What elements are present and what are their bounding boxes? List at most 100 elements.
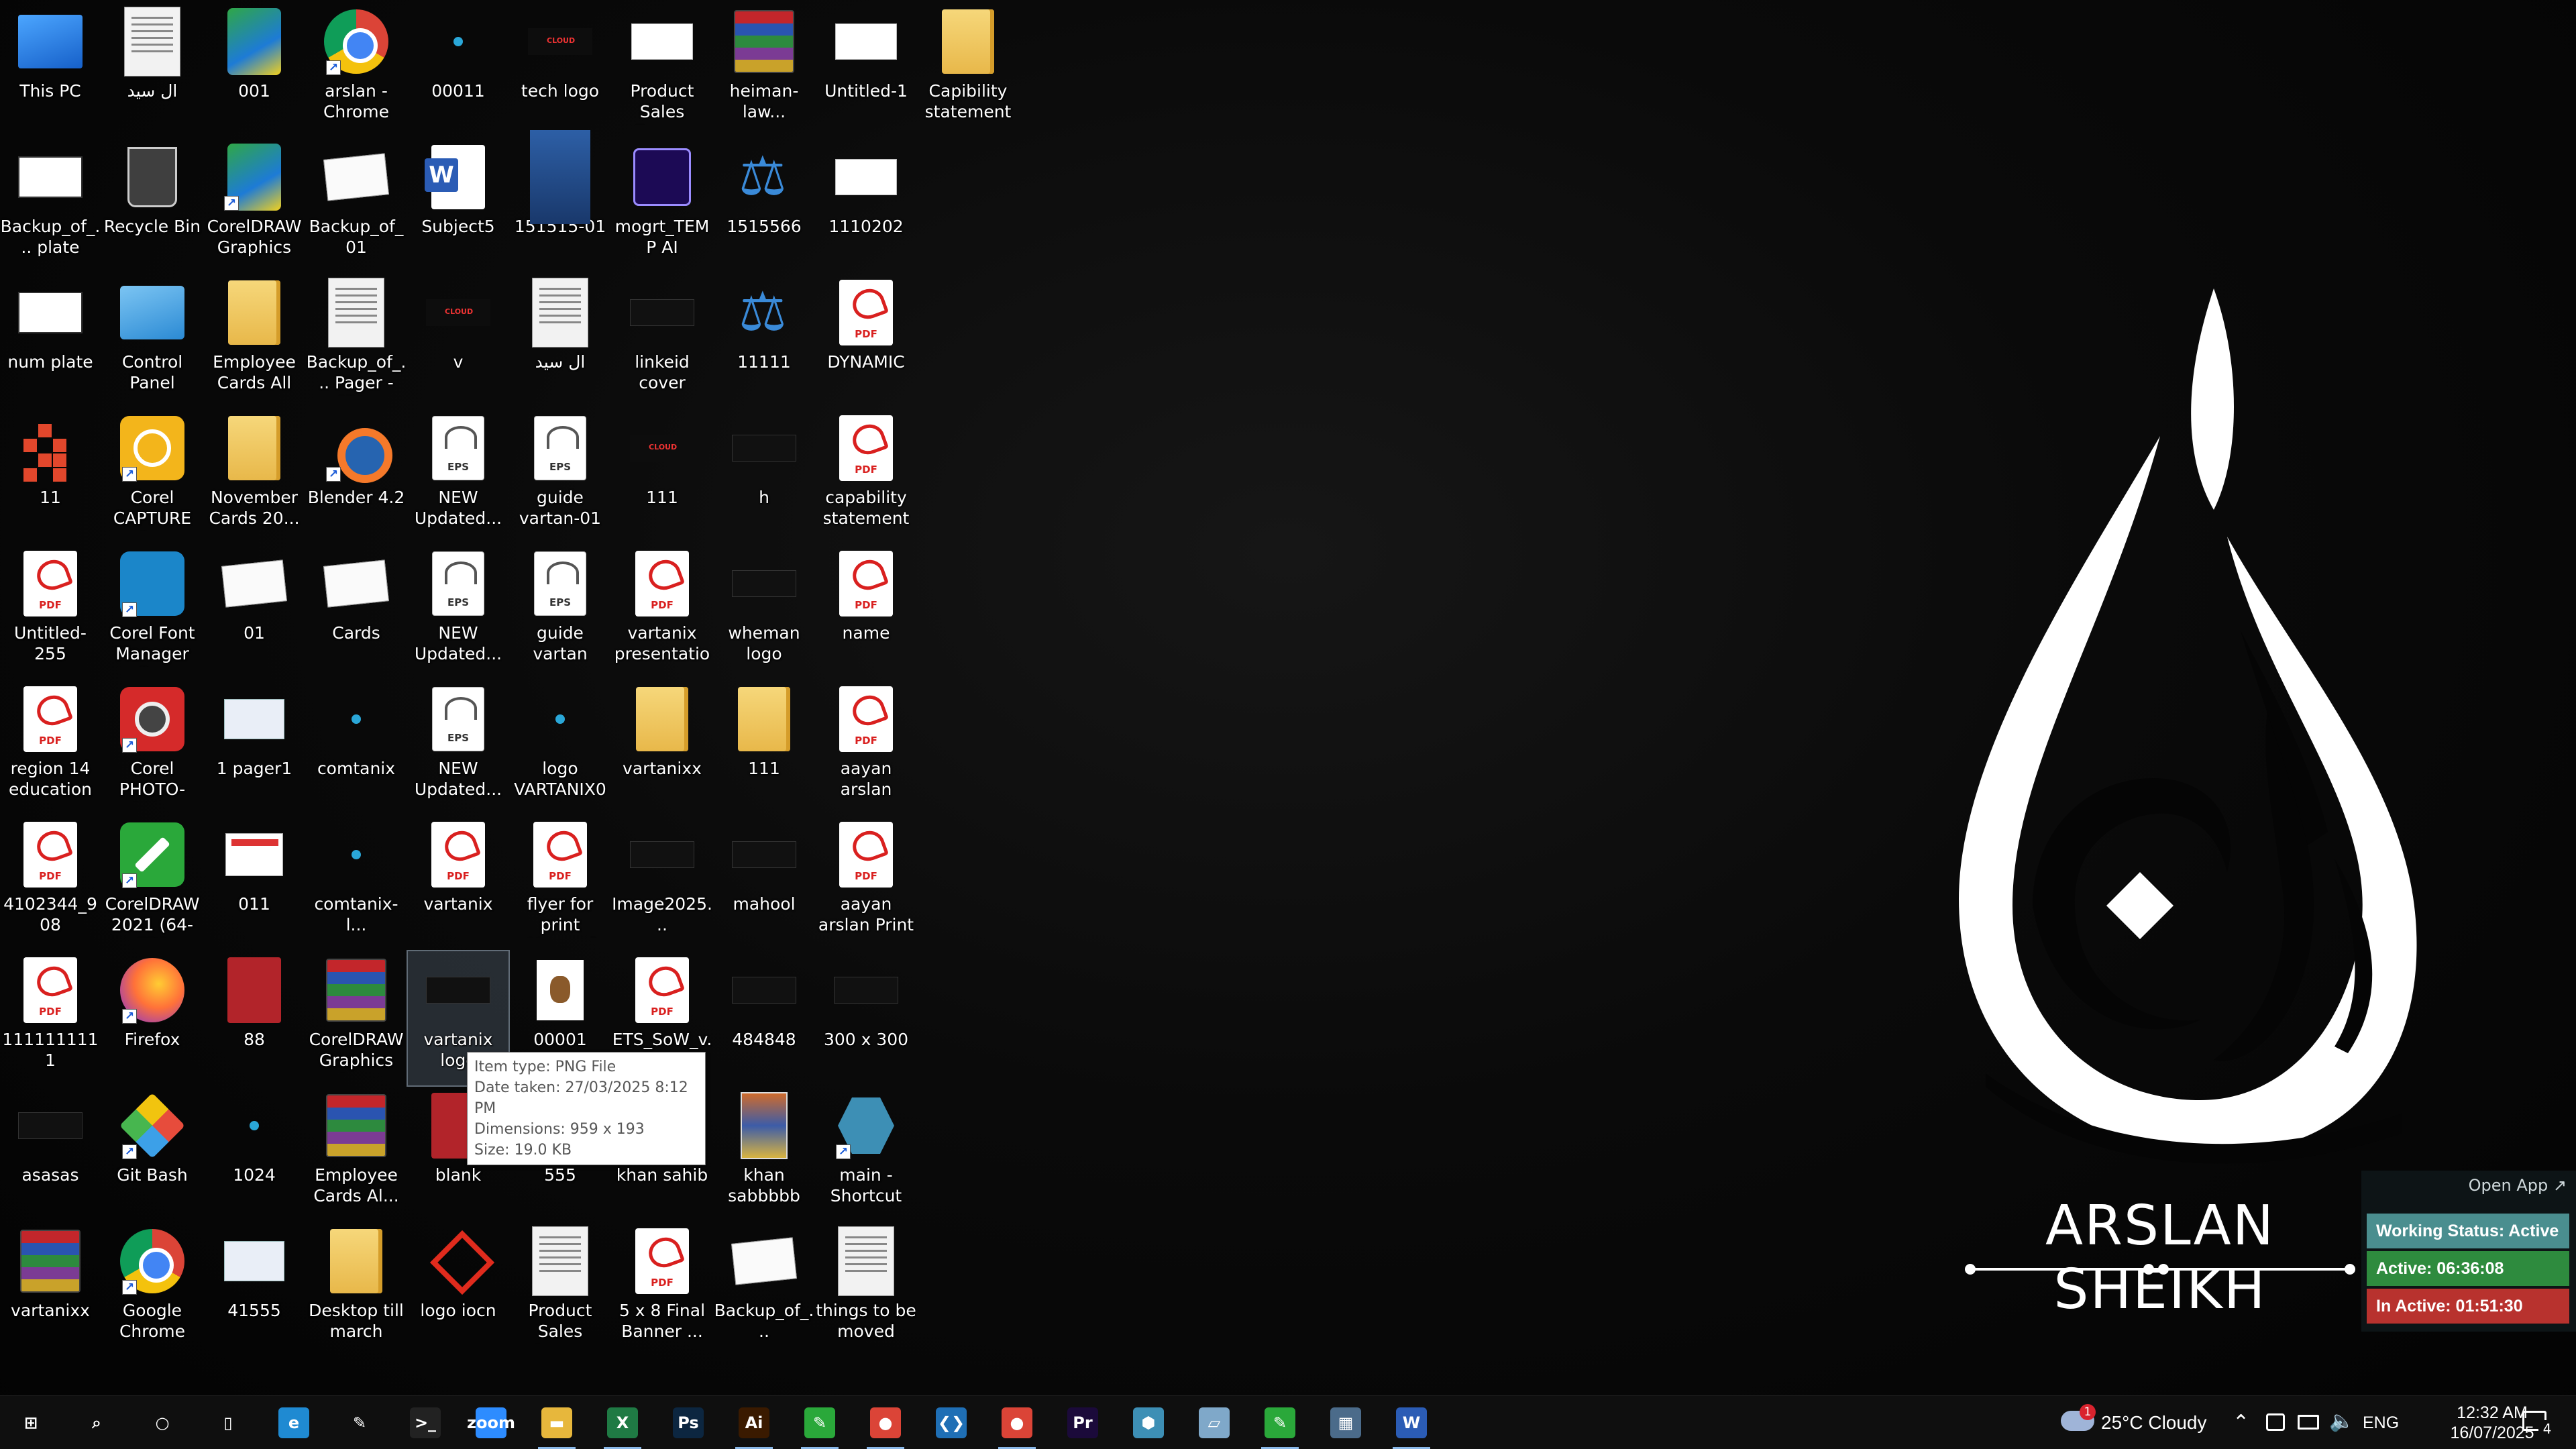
desktop-icon[interactable]: ↗ Corel CAPTURE 2... xyxy=(102,409,203,543)
desktop-icon[interactable]: vartanix xyxy=(408,816,508,950)
desktop-icon[interactable]: 00011 xyxy=(408,3,508,137)
desktop-icon[interactable]: Backup_of_... Pager - NY... xyxy=(306,274,407,408)
desktop-icon[interactable]: khan sabbbbb xyxy=(714,1087,814,1221)
taskbar-illustrator-button[interactable]: Ai xyxy=(730,1403,778,1449)
desktop-icon[interactable]: Product Sales Promo Pack... xyxy=(510,1222,610,1356)
desktop-icon[interactable]: Employee Cards All xyxy=(204,274,305,408)
desktop-icon[interactable]: ↗ Git Bash xyxy=(102,1087,203,1221)
taskbar-chrome-profile-button[interactable]: ● xyxy=(993,1403,1041,1449)
desktop-icon[interactable]: Product Sales Promo Pack... xyxy=(612,3,712,137)
open-app-link[interactable]: Open App ↗ xyxy=(2469,1176,2567,1195)
desktop-icon[interactable]: 1024 xyxy=(204,1087,305,1221)
desktop-icon[interactable]: Backup_of_01 xyxy=(306,138,407,272)
desktop-icon[interactable]: November Cards 20... xyxy=(204,409,305,543)
desktop-icon[interactable]: region 14 education s... xyxy=(0,680,101,814)
desktop-icon[interactable]: flyer for print ALsaeed po... xyxy=(510,816,610,950)
desktop-icon[interactable]: ↗ main - Shortcut xyxy=(816,1087,916,1221)
desktop-icon[interactable]: linkeid cover xyxy=(612,274,712,408)
taskbar-zoom-button[interactable]: zoom xyxy=(467,1403,515,1443)
taskbar-edge-button[interactable]: e xyxy=(270,1403,318,1443)
desktop-icon[interactable]: vartanix presentation xyxy=(612,545,712,679)
desktop-icon[interactable]: num plate xyxy=(0,274,101,408)
taskbar-task-view-button[interactable]: ▯ xyxy=(204,1403,252,1443)
desktop-icon[interactable]: logo VARTANIX01 xyxy=(510,680,610,814)
desktop-icon[interactable]: 1111111111 xyxy=(0,951,101,1085)
desktop-icon[interactable]: Capibility statement ... xyxy=(918,3,1018,137)
desktop-icon[interactable]: 5 x 8 Final Banner ... xyxy=(612,1222,712,1356)
desktop-icon[interactable]: Cards xyxy=(306,545,407,679)
desktop-icon[interactable]: DYNAMIC xyxy=(816,274,916,408)
desktop-icon[interactable]: 41555 xyxy=(204,1222,305,1356)
taskbar-search-button[interactable]: ⌕ xyxy=(72,1403,121,1443)
desktop-icon[interactable]: Control Panel xyxy=(102,274,203,408)
desktop-icon[interactable]: Desktop till march xyxy=(306,1222,407,1356)
taskbar-terminal-button[interactable]: >_ xyxy=(401,1403,449,1443)
volume-icon[interactable]: 🔈 xyxy=(2329,1409,2354,1433)
desktop-icon[interactable]: Untitled-255 xyxy=(0,545,101,679)
desktop-icon[interactable]: guide vartan-01 xyxy=(510,409,610,543)
taskbar-app-hex-button[interactable]: ⬢ xyxy=(1124,1403,1173,1443)
network-icon[interactable] xyxy=(2298,1415,2319,1430)
desktop-icon[interactable]: 151515-01 xyxy=(510,130,610,272)
taskbar-word-button[interactable]: W xyxy=(1387,1403,1436,1449)
desktop-icon[interactable]: CorelDRAW Graphics Su... xyxy=(306,951,407,1085)
desktop-icon[interactable]: 11 xyxy=(0,409,101,543)
desktop-icon[interactable]: guide vartan xyxy=(510,545,610,679)
taskbar-file-explorer-button[interactable]: ▬ xyxy=(533,1403,581,1449)
desktop-icon[interactable]: ال سید xyxy=(102,3,203,137)
desktop-icon[interactable]: 11111 xyxy=(714,274,814,408)
desktop-icon[interactable]: 88 xyxy=(204,951,305,1085)
desktop-icon[interactable]: vartanixx xyxy=(612,680,712,814)
desktop-icon[interactable]: Backup_of_... xyxy=(714,1222,814,1356)
taskbar-start-button[interactable]: ⊞ xyxy=(7,1403,55,1443)
desktop-icon[interactable]: ↗ Corel Font Manager 2... xyxy=(102,545,203,679)
chevron-up-icon[interactable]: ⌃ xyxy=(2233,1411,2249,1434)
desktop-icon[interactable]: NEW Updated... xyxy=(408,409,508,543)
desktop-icon[interactable]: h xyxy=(714,409,814,543)
desktop-icon[interactable]: Untitled-1 xyxy=(816,3,916,137)
taskbar-photoshop-button[interactable]: Ps xyxy=(664,1403,712,1443)
desktop-icon[interactable]: mahool xyxy=(714,816,814,950)
desktop-icon[interactable]: mogrt_TEMP AI (convert... xyxy=(612,138,712,272)
desktop-icon[interactable]: NEW Updated... xyxy=(408,680,508,814)
desktop-icon[interactable]: wheman logo xyxy=(714,545,814,679)
desktop-icon[interactable]: 1515566 xyxy=(714,138,814,272)
desktop-icon[interactable]: comtanix-l... xyxy=(306,816,407,950)
language-indicator[interactable]: ENG xyxy=(2363,1396,2399,1449)
desktop-icon[interactable]: 300 x 300 xyxy=(816,951,916,1085)
desktop-icon[interactable]: Image2025... xyxy=(612,816,712,950)
desktop-icon[interactable]: asasas xyxy=(0,1087,101,1221)
desktop-icon[interactable]: heiman-law... xyxy=(714,3,814,137)
desktop-icon[interactable]: logo iocn xyxy=(408,1222,508,1356)
desktop-icon[interactable]: vartanixx xyxy=(0,1222,101,1356)
desktop-icon[interactable]: 4102344_908 xyxy=(0,816,101,950)
desktop-icon[interactable]: 484848 xyxy=(714,951,814,1085)
desktop-icon[interactable]: comtanix xyxy=(306,680,407,814)
desktop-icon[interactable]: 111 xyxy=(714,680,814,814)
taskbar-vscode-button[interactable]: ❮❯ xyxy=(927,1403,975,1443)
desktop-icon[interactable]: Subject5 xyxy=(408,138,508,272)
desktop-icon[interactable]: 01 xyxy=(204,545,305,679)
desktop-icon[interactable]: ↗ Blender 4.2 xyxy=(306,409,407,543)
desktop-icon[interactable]: Recycle Bin xyxy=(102,138,203,272)
desktop-icon[interactable]: ↗ Firefox xyxy=(102,951,203,1085)
desktop-icon[interactable]: 001 xyxy=(204,3,305,137)
desktop-icon[interactable]: aayan arslan Print xyxy=(816,816,916,950)
desktop-icon[interactable]: name xyxy=(816,545,916,679)
desktop-icon[interactable]: NEW Updated... xyxy=(408,545,508,679)
desktop-icon[interactable]: ↗ Corel PHOTO-PAI... xyxy=(102,680,203,814)
desktop-icon[interactable]: ↗ arslan - Chrome xyxy=(306,3,407,137)
desktop-icon[interactable]: ↗ CorelDRAW Graphics Su... xyxy=(204,138,305,272)
taskbar-premiere-button[interactable]: Pr xyxy=(1059,1403,1107,1443)
desktop-icon[interactable]: 011 xyxy=(204,816,305,950)
desktop-icon[interactable]: ↗ Google Chrome xyxy=(102,1222,203,1356)
desktop-icon[interactable]: v xyxy=(408,274,508,408)
desktop-icon[interactable]: things to be moved xyxy=(816,1222,916,1356)
desktop-icon[interactable]: ال سید xyxy=(510,274,610,408)
desktop-icon[interactable]: Backup_of_... plate xyxy=(0,138,101,272)
desktop-icon[interactable]: 111 xyxy=(612,409,712,543)
taskbar-coreldraw-2-button[interactable]: ✎ xyxy=(1256,1403,1304,1449)
taskbar-cortana-button[interactable]: ○ xyxy=(138,1403,186,1443)
taskbar-excel-button[interactable]: X xyxy=(598,1403,647,1449)
desktop-icon[interactable]: This PC xyxy=(0,3,101,137)
